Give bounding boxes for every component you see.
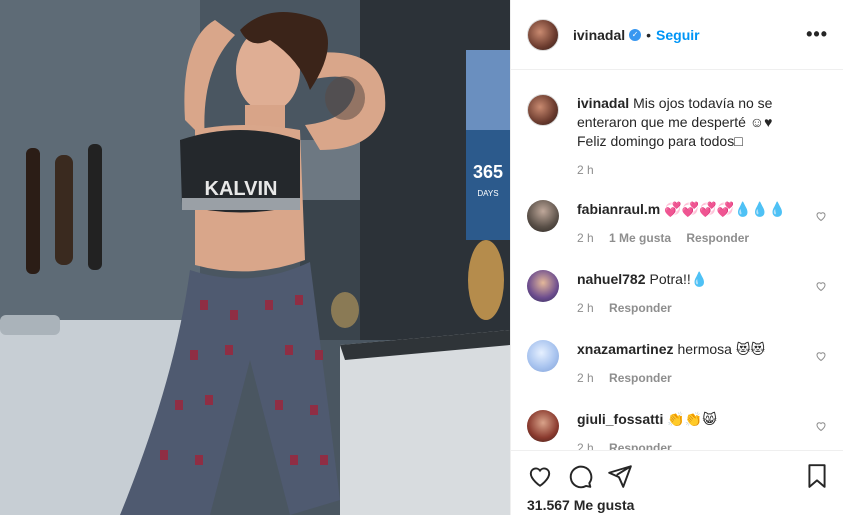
follow-button[interactable]: Seguir: [656, 27, 700, 43]
likes-count[interactable]: 31.567 Me gusta: [527, 497, 634, 513]
heart-icon[interactable]: [815, 420, 827, 432]
reply-button[interactable]: Responder: [609, 371, 672, 385]
share-icon[interactable]: [607, 463, 633, 489]
wall-mask: [88, 144, 102, 270]
comment-icon[interactable]: [567, 463, 593, 489]
comment-username[interactable]: nahuel782: [577, 271, 645, 287]
comment-item: fabianraul.m 💞💞💞💞💧💧💧 2 h 1 Me gusta Respo…: [527, 200, 827, 248]
reply-button[interactable]: Responder: [686, 231, 749, 245]
bra-text: KALVIN: [205, 178, 278, 200]
commenter-avatar[interactable]: [527, 340, 559, 372]
poster-number: 365: [473, 162, 503, 182]
comment-body: fabianraul.m 💞💞💞💞💧💧💧 2 h 1 Me gusta Respo…: [577, 200, 797, 248]
wall-mask: [26, 148, 40, 274]
bookmark-icon[interactable]: [804, 463, 830, 489]
comment-item: nahuel782 Potra!!💧 2 h Responder: [527, 270, 827, 318]
caption-time[interactable]: 2 h: [577, 163, 594, 177]
comment-meta: 2 h Responder: [577, 369, 797, 388]
heart-icon[interactable]: [815, 210, 827, 222]
post-side-panel: ivinadal ✓ • Seguir ••• ivinadal Mis ojos…: [510, 0, 843, 515]
separator-dot: •: [646, 26, 652, 43]
comment-text: 👏👏😸: [667, 411, 717, 427]
comment-item: giuli_fossatti 👏👏😸 2 h Responder: [527, 410, 827, 450]
reply-button[interactable]: Responder: [609, 301, 672, 315]
comments-list[interactable]: ivinadal Mis ojos todavía no se enteraron…: [511, 70, 843, 450]
caption-body: ivinadal Mis ojos todavía no se enteraron…: [577, 94, 797, 180]
comment-username[interactable]: giuli_fossatti: [577, 411, 663, 427]
poster-word: DAYS: [477, 189, 498, 198]
comment-body: nahuel782 Potra!!💧 2 h Responder: [577, 270, 797, 318]
post-photo-illustration: 365 DAYS KALVIN: [0, 0, 510, 515]
author-avatar[interactable]: [527, 94, 559, 126]
like-heart-icon[interactable]: [527, 463, 553, 489]
commenter-avatar[interactable]: [527, 200, 559, 232]
author-avatar[interactable]: [527, 18, 559, 51]
comment-meta: 2 h Responder: [577, 299, 797, 318]
post-header: ivinadal ✓ • Seguir •••: [511, 0, 843, 70]
comment-likes[interactable]: 1 Me gusta: [609, 231, 671, 245]
comment-text: hermosa 😻😻: [677, 341, 766, 357]
heart-icon[interactable]: [815, 280, 827, 292]
comment-meta: 2 h 1 Me gusta Responder: [577, 229, 797, 248]
commenter-avatar[interactable]: [527, 410, 559, 442]
instagram-post: 365 DAYS KALVIN ivinadal ✓ • Seguir ••• …: [0, 0, 843, 515]
comment-meta: 2 h Responder: [577, 439, 797, 450]
heart-icon[interactable]: [815, 350, 827, 362]
comment-text: 💞💞💞💞💧💧💧: [664, 201, 787, 217]
wall-mask: [55, 155, 73, 265]
comment-body: xnazamartinez hermosa 😻😻 2 h Responder: [577, 340, 797, 388]
decor-mask: [468, 240, 504, 320]
reply-button[interactable]: Responder: [609, 441, 672, 450]
comment-time[interactable]: 2 h: [577, 301, 594, 315]
comment-time[interactable]: 2 h: [577, 231, 594, 245]
comment-username[interactable]: xnazamartinez: [577, 341, 673, 357]
post-actions: 31.567 Me gusta: [511, 450, 843, 515]
caption-meta: 2 h: [577, 161, 797, 180]
commenter-avatar[interactable]: [527, 270, 559, 302]
caption-username[interactable]: ivinadal: [577, 95, 629, 111]
comment-item: xnazamartinez hermosa 😻😻 2 h Responder: [527, 340, 827, 388]
caption: ivinadal Mis ojos todavía no se enteraron…: [527, 94, 827, 180]
author-username[interactable]: ivinadal: [573, 27, 625, 43]
post-photo[interactable]: 365 DAYS KALVIN: [0, 0, 510, 515]
comment-time[interactable]: 2 h: [577, 441, 594, 450]
comment-username[interactable]: fabianraul.m: [577, 201, 660, 217]
more-options-icon[interactable]: •••: [806, 24, 828, 45]
comment-body: giuli_fossatti 👏👏😸 2 h Responder: [577, 410, 797, 450]
comment-text: Potra!!💧: [649, 271, 709, 287]
comment-time[interactable]: 2 h: [577, 371, 594, 385]
verified-badge-icon: ✓: [629, 28, 642, 41]
